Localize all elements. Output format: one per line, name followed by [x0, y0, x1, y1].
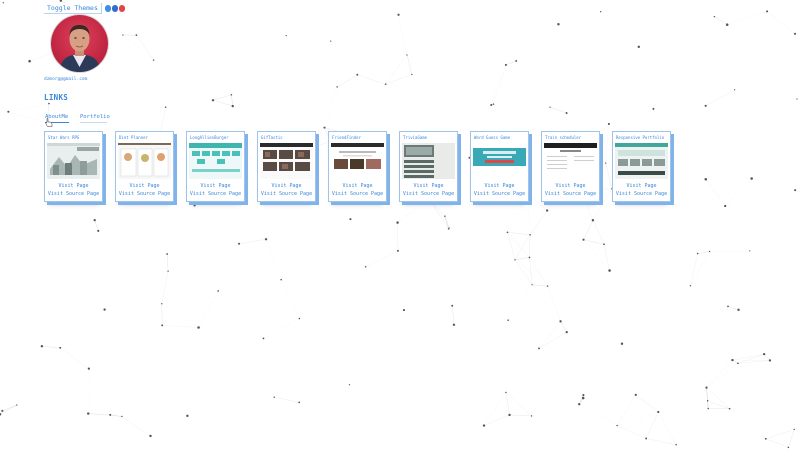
project-card: Diet Planner Visit Page Visit Source Page [115, 131, 174, 202]
project-card-title: Responsive Portfolio [616, 135, 665, 140]
links-heading: LINKS [44, 93, 69, 102]
visit-source-page-link[interactable]: Visit Source Page [542, 191, 599, 197]
visit-source-page-link[interactable]: Visit Source Page [613, 191, 670, 197]
project-thumbnail [402, 143, 455, 179]
visit-source-page-link[interactable]: Visit Source Page [471, 191, 528, 197]
visit-source-page-link[interactable]: Visit Source Page [45, 191, 102, 197]
theme-bar: Toggle Themes [44, 2, 125, 14]
visit-page-link[interactable]: Visit Page [116, 183, 173, 189]
visit-source-page-link[interactable]: Visit Source Page [258, 191, 315, 197]
project-thumbnail [118, 143, 171, 179]
visit-source-page-link[interactable]: Visit Source Page [329, 191, 386, 197]
hand-cursor-icon [45, 118, 53, 127]
project-thumbnail [189, 143, 242, 179]
project-card: LongAlliesBurger Visit Page Visit Source … [186, 131, 245, 202]
page-content: Toggle Themes dzmorg@gmail.com LINKS Abo… [0, 0, 800, 450]
project-card: Star Wars RPG Visit Page Visit Source Pag… [44, 131, 103, 202]
visit-source-page-link[interactable]: Visit Source Page [400, 191, 457, 197]
theme-dot-blue-1[interactable] [104, 4, 111, 12]
project-thumbnail [47, 143, 100, 179]
visit-source-page-link[interactable]: Visit Source Page [116, 191, 173, 197]
visit-page-link[interactable]: Visit Page [471, 183, 528, 189]
visit-page-link[interactable]: Visit Page [258, 183, 315, 189]
project-card: Responsive Portfolio Visit Page Visit Sou… [612, 131, 671, 202]
project-card-title: FriendFinder [332, 135, 361, 140]
theme-dot-blue-2[interactable] [111, 4, 118, 12]
visit-page-link[interactable]: Visit Page [542, 183, 599, 189]
project-thumbnail [473, 143, 526, 179]
project-thumbnail [544, 143, 597, 179]
project-card-title: GifTastic [261, 135, 283, 140]
project-card-title: Train scheduler [545, 135, 582, 140]
visit-page-link[interactable]: Visit Page [613, 183, 670, 189]
toggle-themes-button[interactable]: Toggle Themes [44, 2, 102, 14]
profile-email: dzmorg@gmail.com [44, 77, 88, 82]
project-thumbnail [615, 143, 668, 179]
project-card: TriviaGame Visit Page Visit Source Page [399, 131, 458, 202]
project-card: GifTastic Visit Page Visit Source Page [257, 131, 316, 202]
tab-portfolio[interactable]: Portfolio [80, 113, 110, 123]
project-card-title: TriviaGame [403, 135, 428, 140]
visit-source-page-link[interactable]: Visit Source Page [187, 191, 244, 197]
visit-page-link[interactable]: Visit Page [329, 183, 386, 189]
project-card: Word Guess Game Visit Page Visit Source P… [470, 131, 529, 202]
project-card: FriendFinder Visit Page Visit Source Page [328, 131, 387, 202]
project-card-title: LongAlliesBurger [190, 135, 229, 140]
visit-page-link[interactable]: Visit Page [187, 183, 244, 189]
project-card: Train scheduler Visit Page Visit Source P… [541, 131, 600, 202]
theme-dot-red[interactable] [118, 4, 125, 12]
project-thumbnail [260, 143, 313, 179]
visit-page-link[interactable]: Visit Page [400, 183, 457, 189]
project-card-title: Word Guess Game [474, 135, 511, 140]
portfolio-page: Toggle Themes dzmorg@gmail.com LINKS Abo… [0, 0, 800, 450]
avatar [51, 15, 108, 72]
visit-page-link[interactable]: Visit Page [45, 183, 102, 189]
theme-dots [104, 4, 125, 12]
project-thumbnail [331, 143, 384, 179]
project-card-title: Diet Planner [119, 135, 148, 140]
project-card-title: Star Wars RPG [48, 135, 80, 140]
profile-photo [51, 15, 108, 72]
